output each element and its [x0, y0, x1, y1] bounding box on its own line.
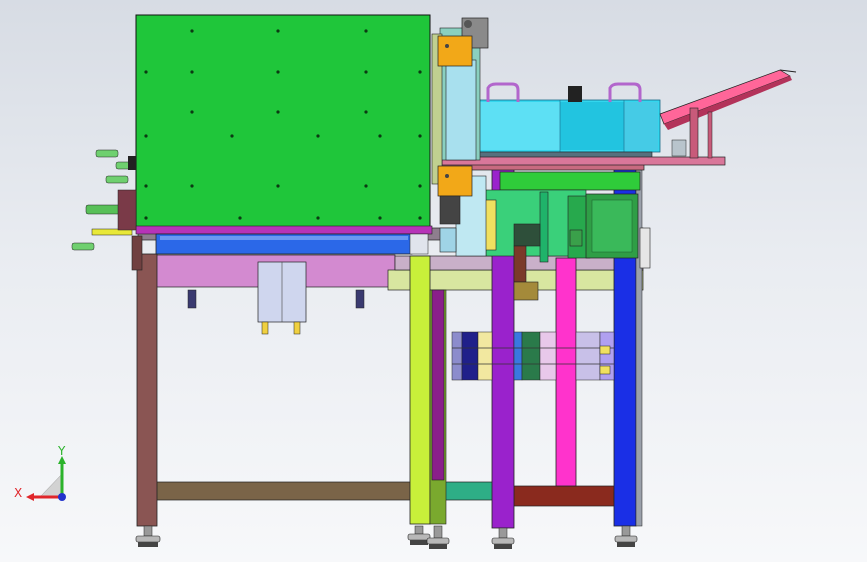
leg-purple-thin [431, 289, 445, 481]
green-cabinet [135, 14, 431, 228]
z-axis-dot [58, 493, 66, 501]
base-rail-left [155, 481, 415, 501]
orange-clamp-top [437, 35, 473, 67]
enclosure-box [135, 14, 433, 255]
foot-4 [491, 527, 515, 549]
leveling-feet [135, 525, 638, 549]
foot-5 [614, 525, 638, 547]
foot-2 [407, 525, 431, 545]
leg-lime [409, 255, 431, 525]
component-stack [451, 331, 615, 381]
y-axis-label: Y [57, 444, 66, 458]
base-rail-red [509, 485, 617, 507]
orange-clamp-bottom [437, 165, 473, 197]
x-axis-head [26, 493, 34, 501]
foot-1 [135, 525, 161, 547]
x-axis-label: X [14, 486, 22, 500]
green-crossbar [499, 171, 641, 191]
bowl-mount-plate [441, 156, 726, 166]
output-chute [659, 69, 797, 159]
pneumatic-fittings [71, 149, 137, 251]
leg-left [136, 253, 158, 527]
column-magenta [555, 257, 577, 487]
cad-viewport[interactable]: X Y [0, 0, 867, 562]
axis-triad[interactable]: X Y [14, 444, 66, 501]
